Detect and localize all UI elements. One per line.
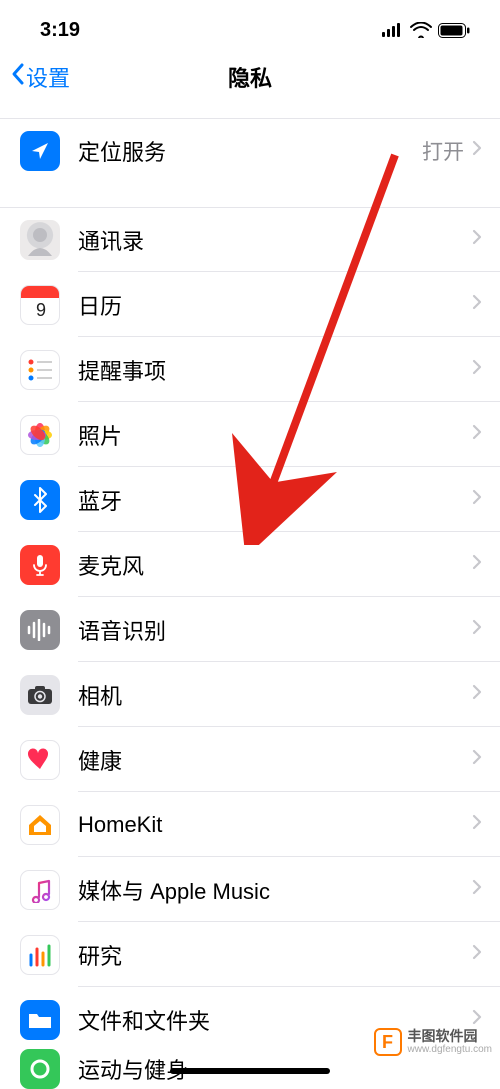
row-camera[interactable]: 相机 [0, 662, 500, 727]
music-note-icon [20, 870, 60, 910]
status-right [382, 22, 470, 38]
chevron-left-icon [10, 62, 26, 92]
chevron-right-icon [472, 1009, 482, 1030]
bluetooth-icon [20, 480, 60, 520]
row-bluetooth[interactable]: 蓝牙 [0, 467, 500, 532]
status-time: 3:19 [40, 19, 80, 42]
row-label: 健康 [78, 744, 472, 776]
watermark-url: www.dgfengtu.com [408, 1044, 493, 1055]
chevron-right-icon [472, 749, 482, 770]
watermark-logo: F [374, 1028, 402, 1056]
wifi-icon [410, 22, 432, 38]
row-label: 相机 [78, 679, 472, 711]
row-label: 日历 [78, 289, 472, 321]
row-speech-recognition[interactable]: 语音识别 [0, 597, 500, 662]
svg-text:9: 9 [36, 300, 46, 320]
row-label: 研究 [78, 939, 472, 971]
page-title: 隐私 [228, 61, 272, 93]
row-location-services[interactable]: 定位服务 打开 [0, 118, 500, 183]
row-reminders[interactable]: 提醒事项 [0, 337, 500, 402]
nav-bar: 设置 隐私 [0, 50, 500, 104]
row-label: 通讯录 [78, 224, 472, 256]
cellular-signal-icon [382, 23, 404, 37]
chevron-right-icon [472, 944, 482, 965]
calendar-icon: 9 [20, 285, 60, 325]
photos-icon [20, 415, 60, 455]
home-icon [20, 805, 60, 845]
chevron-right-icon [472, 684, 482, 705]
back-button[interactable]: 设置 [0, 61, 70, 93]
row-label: HomeKit [78, 812, 472, 838]
row-calendar[interactable]: 9 日历 [0, 272, 500, 337]
reminders-icon [20, 350, 60, 390]
chevron-right-icon [472, 424, 482, 445]
chevron-right-icon [472, 294, 482, 315]
watermark-title: 丰图软件园 [408, 1029, 493, 1044]
chevron-right-icon [472, 229, 482, 250]
microphone-icon [20, 545, 60, 585]
status-bar: 3:19 [0, 0, 500, 50]
row-research[interactable]: 研究 [0, 922, 500, 987]
settings-list: 定位服务 打开 通讯录 9 日历 提醒事项 [0, 104, 500, 1086]
row-photos[interactable]: 照片 [0, 402, 500, 467]
row-value: 打开 [422, 136, 464, 166]
row-label: 提醒事项 [78, 354, 472, 386]
row-homekit[interactable]: HomeKit [0, 792, 500, 857]
chevron-right-icon [472, 879, 482, 900]
fitness-icon [20, 1049, 60, 1089]
row-label: 媒体与 Apple Music [78, 874, 472, 906]
chevron-right-icon [472, 489, 482, 510]
camera-icon [20, 675, 60, 715]
row-contacts[interactable]: 通讯录 [0, 207, 500, 272]
row-label: 照片 [78, 419, 472, 451]
row-microphone[interactable]: 麦克风 [0, 532, 500, 597]
chevron-right-icon [472, 554, 482, 575]
location-icon [20, 131, 60, 171]
chevron-right-icon [472, 359, 482, 380]
folder-icon [20, 1000, 60, 1040]
row-label: 定位服务 [78, 135, 422, 167]
row-label: 蓝牙 [78, 484, 472, 516]
row-health[interactable]: 健康 [0, 727, 500, 792]
row-label: 语音识别 [78, 614, 472, 646]
chevron-right-icon [472, 140, 482, 161]
chevron-right-icon [472, 814, 482, 835]
home-indicator [170, 1068, 330, 1074]
research-icon [20, 935, 60, 975]
waveform-icon [20, 610, 60, 650]
back-label: 设置 [26, 61, 70, 93]
chevron-right-icon [472, 619, 482, 640]
row-media-apple-music[interactable]: 媒体与 Apple Music [0, 857, 500, 922]
heart-icon [20, 740, 60, 780]
row-label: 麦克风 [78, 549, 472, 581]
watermark: F 丰图软件园 www.dgfengtu.com [374, 1028, 493, 1056]
battery-icon [438, 23, 470, 38]
contacts-icon [20, 220, 60, 260]
